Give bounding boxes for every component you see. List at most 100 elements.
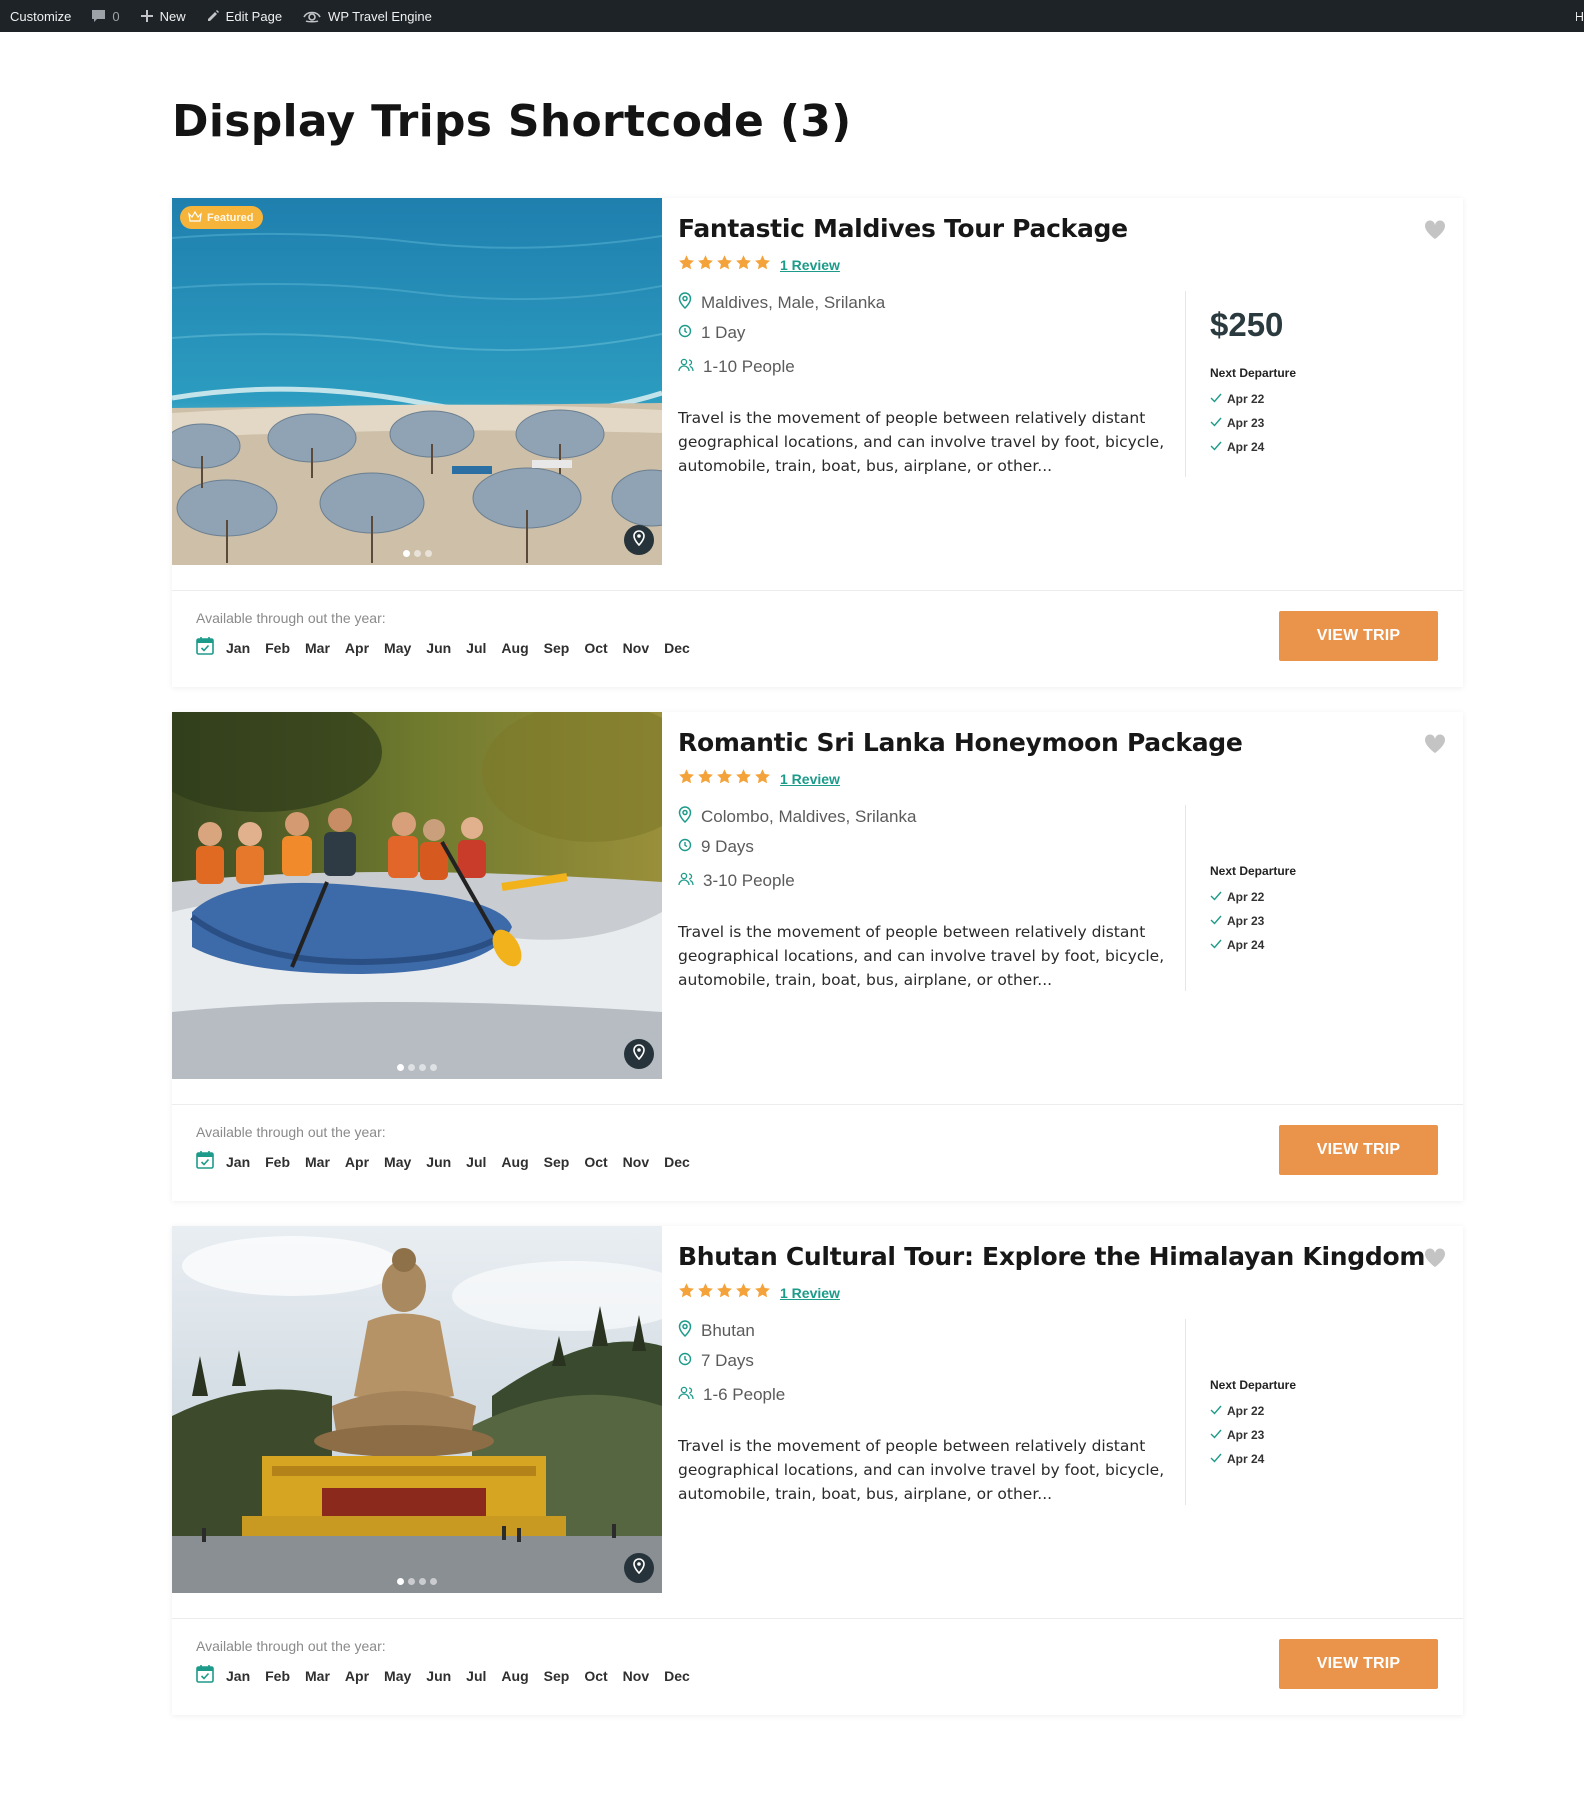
departure-date: Apr 23 — [1210, 1428, 1264, 1442]
month-label: Jul — [466, 1154, 487, 1170]
people-text: 1-10 People — [703, 357, 795, 376]
trip-duration: 1 Day — [678, 323, 745, 343]
trip-title[interactable]: Fantastic Maldives Tour Package — [678, 214, 1128, 243]
slider-dot[interactable] — [430, 1578, 437, 1585]
calendar-icon — [196, 1664, 214, 1688]
duration-text: 7 Days — [701, 1351, 754, 1370]
trip-duration: 7 Days — [678, 1351, 754, 1371]
horizontal-divider — [172, 1618, 1463, 1619]
slider-dot[interactable] — [408, 1578, 415, 1585]
map-button[interactable] — [624, 525, 654, 555]
month-label: Jan — [226, 1668, 251, 1684]
star-icon — [697, 768, 714, 790]
customize-link[interactable]: Customize — [0, 0, 81, 32]
trip-location: Maldives, Male, Srilanka — [678, 292, 885, 314]
trip-title[interactable]: Bhutan Cultural Tour: Explore the Himala… — [678, 1242, 1425, 1271]
departure-date: Apr 23 — [1210, 416, 1264, 430]
month-label: Jul — [466, 640, 487, 656]
people-icon — [678, 871, 694, 891]
month-label: Jun — [426, 640, 452, 656]
stars-group — [678, 1282, 771, 1304]
slider-dot[interactable] — [408, 1064, 415, 1071]
horizontal-divider — [172, 1104, 1463, 1105]
beach-umbrellas-image — [172, 198, 662, 565]
trip-duration: 9 Days — [678, 837, 754, 857]
map-button[interactable] — [624, 1553, 654, 1583]
star-rating: 1 Review — [678, 1282, 840, 1304]
month-label: Oct — [584, 1668, 608, 1684]
slider-dot[interactable] — [397, 1064, 404, 1071]
people-icon — [678, 357, 694, 377]
view-trip-button[interactable]: VIEW TRIP — [1279, 611, 1438, 661]
month-label: Aug — [501, 1668, 529, 1684]
star-icon — [735, 254, 752, 276]
trip-location: Colombo, Maldives, Srilanka — [678, 806, 916, 828]
wishlist-heart-icon[interactable] — [1424, 1248, 1446, 1268]
slider-dot[interactable] — [424, 550, 432, 557]
horizontal-divider — [172, 590, 1463, 591]
month-label: Jun — [426, 1668, 452, 1684]
wishlist-heart-icon[interactable] — [1424, 220, 1446, 240]
stars-group — [678, 254, 771, 276]
available-months: Jan Feb Mar Apr May Jun Jul Aug Sep Oct Nov Dec — [196, 1664, 705, 1688]
availability-label: Available through out the year: — [196, 1638, 386, 1654]
people-text: 1-6 People — [703, 1385, 786, 1404]
trip-title[interactable]: Romantic Sri Lanka Honeymoon Package — [678, 728, 1243, 757]
month-label: Nov — [622, 640, 650, 656]
check-icon — [1210, 1452, 1222, 1466]
clock-icon — [678, 1351, 692, 1371]
map-button[interactable] — [624, 1039, 654, 1069]
star-icon — [678, 254, 695, 276]
review-link[interactable]: 1 Review — [780, 257, 840, 273]
travel-engine-icon — [302, 9, 322, 23]
slider-dot[interactable] — [397, 1578, 404, 1585]
vertical-divider — [1185, 1319, 1186, 1505]
check-icon — [1210, 416, 1222, 430]
edit-page-link[interactable]: Edit Page — [196, 0, 292, 32]
trip-description: Travel is the movement of people between… — [678, 409, 1165, 475]
new-link[interactable]: New — [130, 0, 196, 32]
duration-text: 1 Day — [701, 323, 746, 342]
wp-travel-engine-label: WP Travel Engine — [328, 8, 432, 24]
river-rafting-image — [172, 712, 662, 1079]
comments-link[interactable]: 0 — [81, 0, 129, 32]
vertical-divider — [1185, 291, 1186, 477]
trip-image-slider[interactable] — [172, 712, 662, 1079]
trip-image-slider[interactable]: Featured — [172, 198, 662, 565]
slider-dot[interactable] — [402, 550, 410, 557]
wp-travel-engine-link[interactable]: WP Travel Engine — [292, 0, 442, 32]
map-pin-icon — [632, 1043, 646, 1065]
month-label: Feb — [265, 1668, 291, 1684]
view-trip-button[interactable]: VIEW TRIP — [1279, 1639, 1438, 1689]
admin-bar-right-label: H — [1576, 8, 1584, 24]
map-pin-icon — [632, 1557, 646, 1579]
slider-dot[interactable] — [413, 550, 421, 557]
review-link[interactable]: 1 Review — [780, 1285, 840, 1301]
clock-icon — [678, 323, 692, 343]
departure-date-text: Apr 24 — [1227, 440, 1265, 454]
trip-image-slider[interactable] — [172, 1226, 662, 1593]
star-icon — [754, 254, 771, 276]
trip-description: Travel is the movement of people between… — [678, 1437, 1165, 1503]
month-label: Aug — [501, 640, 529, 656]
trip-card: Romantic Sri Lanka Honeymoon Package 1 R… — [172, 712, 1463, 1201]
slider-dot[interactable] — [430, 1064, 437, 1071]
star-icon — [735, 768, 752, 790]
departure-date-text: Apr 24 — [1227, 1452, 1265, 1466]
slider-dot[interactable] — [419, 1578, 426, 1585]
admin-bar-right-item[interactable]: H — [1576, 0, 1584, 32]
departure-date-text: Apr 22 — [1227, 392, 1265, 406]
review-link[interactable]: 1 Review — [780, 771, 840, 787]
departure-date-text: Apr 22 — [1227, 890, 1265, 904]
next-departure-label: Next Departure — [1210, 1378, 1297, 1392]
wishlist-heart-icon[interactable] — [1424, 734, 1446, 754]
departure-date: Apr 24 — [1210, 1452, 1264, 1466]
vertical-divider — [1185, 805, 1186, 991]
departure-date-text: Apr 23 — [1227, 416, 1265, 430]
trip-group-size: 3-10 People — [678, 871, 795, 891]
month-label: Sep — [543, 1154, 570, 1170]
view-trip-button[interactable]: VIEW TRIP — [1279, 1125, 1438, 1175]
month-label: May — [384, 640, 412, 656]
month-label: May — [384, 1154, 412, 1170]
slider-dot[interactable] — [419, 1064, 426, 1071]
